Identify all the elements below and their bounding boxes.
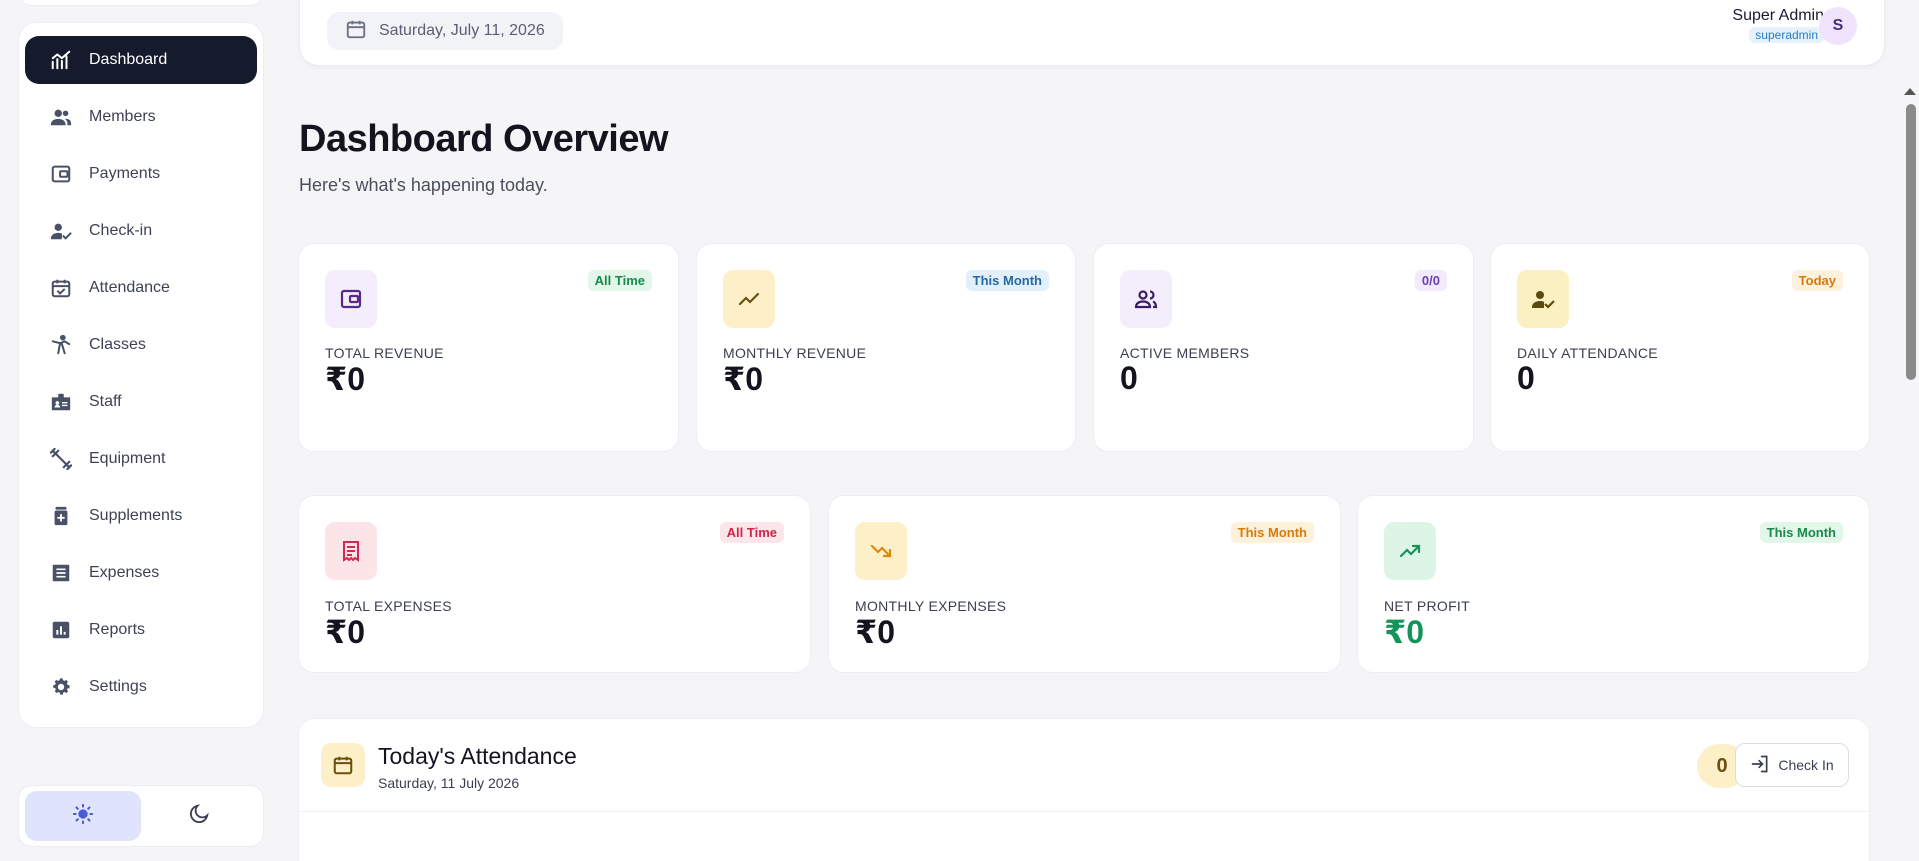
- receipt-list-icon: [49, 561, 73, 585]
- sidebar-item-label: Expenses: [89, 564, 160, 581]
- users-icon: [49, 105, 73, 129]
- supplement-jar-icon: [49, 504, 73, 528]
- avatar[interactable]: S: [1819, 7, 1857, 45]
- sidebar-item-payments[interactable]: Payments: [25, 150, 257, 198]
- user-check-icon: [49, 219, 73, 243]
- user-info[interactable]: Super Admin superadmin: [1732, 7, 1824, 44]
- wallet-icon: [49, 162, 73, 186]
- stat-label: ACTIVE MEMBERS: [1120, 345, 1250, 361]
- user-name: Super Admin: [1732, 7, 1824, 24]
- sidebar-item-members[interactable]: Members: [25, 93, 257, 141]
- theme-toggle: [18, 785, 264, 847]
- sidebar-item-label: Classes: [89, 336, 146, 353]
- stat-value: ₹0: [1384, 614, 1425, 650]
- check-in-button[interactable]: Check In: [1735, 743, 1849, 787]
- attendance-title: Today's Attendance: [378, 743, 577, 769]
- stat-value: 0: [1517, 360, 1535, 396]
- sidebar-item-label: Settings: [89, 678, 147, 695]
- sidebar-item-classes[interactable]: Classes: [25, 321, 257, 369]
- stat-label: TOTAL EXPENSES: [325, 598, 452, 614]
- sidebar: Dashboard Members Payments Check-in Atte…: [18, 22, 264, 728]
- stat-value: ₹0: [723, 361, 764, 397]
- stat-value: ₹0: [855, 614, 896, 650]
- sidebar-item-attendance[interactable]: Attendance: [25, 264, 257, 312]
- sidebar-item-staff[interactable]: Staff: [25, 378, 257, 426]
- member-ratio-badge: 0/0: [1414, 270, 1447, 291]
- sidebar-item-expenses[interactable]: Expenses: [25, 549, 257, 597]
- check-in-label: Check In: [1778, 757, 1834, 773]
- sidebar-item-label: Dashboard: [89, 51, 168, 68]
- attendance-date: Saturday, 11 July 2026: [378, 775, 520, 791]
- stat-value: ₹0: [325, 361, 366, 397]
- todays-attendance-panel: Today's Attendance Saturday, 11 July 202…: [298, 718, 1870, 861]
- sidebar-item-label: Reports: [89, 621, 146, 638]
- sidebar-item-settings[interactable]: Settings: [25, 663, 257, 711]
- stat-card-total-expenses: All Time TOTAL EXPENSES ₹0: [298, 495, 811, 673]
- stat-card-active-members: 0/0 ACTIVE MEMBERS 0: [1093, 243, 1474, 452]
- moon-icon: [188, 803, 210, 830]
- period-badge: All Time: [587, 270, 652, 291]
- divider: [299, 811, 1869, 812]
- login-icon: [1750, 754, 1770, 777]
- top-header: Saturday, July 11, 2026 Super Admin supe…: [299, 0, 1885, 66]
- sidebar-item-check-in[interactable]: Check-in: [25, 207, 257, 255]
- trending-up-icon: [723, 270, 775, 328]
- sidebar-item-label: Check-in: [89, 222, 153, 239]
- sidebar-item-dashboard[interactable]: Dashboard: [25, 36, 257, 84]
- period-badge: This Month: [965, 270, 1049, 291]
- receipt-icon: [325, 522, 377, 580]
- period-badge: This Month: [1759, 522, 1843, 543]
- id-badge-icon: [49, 390, 73, 414]
- date-chip: Saturday, July 11, 2026: [327, 12, 563, 50]
- sun-icon: [72, 803, 94, 830]
- gear-icon: [49, 675, 73, 699]
- stat-label: NET PROFIT: [1384, 598, 1470, 614]
- stat-card-daily-attendance: Today DAILY ATTENDANCE 0: [1490, 243, 1870, 452]
- wallet-icon: [325, 270, 377, 328]
- page-title: Dashboard Overview: [299, 118, 669, 160]
- page-subtitle: Here's what's happening today.: [299, 175, 548, 195]
- stat-label: TOTAL REVENUE: [325, 345, 444, 361]
- stat-card-monthly-expenses: This Month MONTHLY EXPENSES ₹0: [828, 495, 1341, 673]
- stat-card-monthly-revenue: This Month MONTHLY REVENUE ₹0: [696, 243, 1076, 452]
- sidebar-item-label: Payments: [89, 165, 161, 182]
- stat-card-net-profit: This Month NET PROFIT ₹0: [1357, 495, 1870, 673]
- stat-label: DAILY ATTENDANCE: [1517, 345, 1658, 361]
- users-icon: [1120, 270, 1172, 328]
- period-badge: This Month: [1230, 522, 1314, 543]
- light-mode-button[interactable]: [25, 791, 141, 841]
- bar-chart-icon: [49, 618, 73, 642]
- period-badge: All Time: [719, 522, 784, 543]
- calendar-check-icon: [49, 276, 73, 300]
- trending-up-icon: [1384, 522, 1436, 580]
- sidebar-item-supplements[interactable]: Supplements: [25, 492, 257, 540]
- sidebar-item-label: Members: [89, 108, 156, 125]
- user-role-badge: superadmin: [1749, 27, 1824, 43]
- trending-down-icon: [855, 522, 907, 580]
- dumbbell-icon: [49, 447, 73, 471]
- user-check-icon: [1517, 270, 1569, 328]
- stat-label: MONTHLY EXPENSES: [855, 598, 1007, 614]
- current-date: Saturday, July 11, 2026: [379, 22, 545, 39]
- martial-arts-icon: [49, 333, 73, 357]
- scroll-up-arrow[interactable]: [1904, 88, 1916, 95]
- dark-mode-button[interactable]: [141, 791, 257, 841]
- period-badge: Today: [1791, 270, 1843, 291]
- sidebar-top-stub: [18, 0, 264, 6]
- stat-value: ₹0: [325, 614, 366, 650]
- calendar-icon: [345, 18, 367, 45]
- sidebar-item-label: Supplements: [89, 507, 183, 524]
- sidebar-item-label: Staff: [89, 393, 122, 410]
- sidebar-item-reports[interactable]: Reports: [25, 606, 257, 654]
- scrollbar-thumb[interactable]: [1906, 104, 1916, 380]
- calendar-icon: [321, 743, 365, 787]
- sidebar-item-label: Equipment: [89, 450, 166, 467]
- stat-label: MONTHLY REVENUE: [723, 345, 867, 361]
- sidebar-item-label: Attendance: [89, 279, 170, 296]
- stat-value: 0: [1120, 360, 1138, 396]
- sidebar-item-equipment[interactable]: Equipment: [25, 435, 257, 483]
- chart-line-icon: [49, 48, 73, 72]
- stat-card-total-revenue: All Time TOTAL REVENUE ₹0: [298, 243, 679, 452]
